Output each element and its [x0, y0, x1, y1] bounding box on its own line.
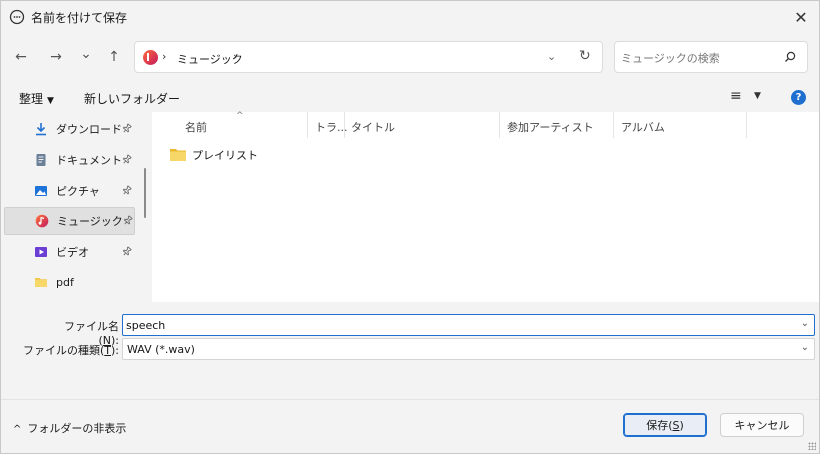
file-name: プレイリスト	[192, 149, 258, 162]
pictures-icon	[35, 186, 47, 196]
save-as-dialog: 名前を付けて保存 ✕ ← → ⌄ ↑ › ミュージック › ⌄ ↻ ミュージック…	[0, 0, 820, 454]
recent-locations-button[interactable]: ⌄	[76, 44, 96, 64]
column-header-name[interactable]: 名前	[185, 112, 207, 138]
sidebar-item-label: ドキュメント	[56, 154, 122, 167]
sidebar-item-label: pdf	[56, 275, 74, 289]
new-folder-label: 新しいフォルダー	[84, 92, 181, 106]
save-form: ファイル名(N): ⌄ ファイルの種類(T): WAV (*.wav) ⌄	[1, 302, 819, 398]
sidebar-item-documents[interactable]: ドキュメント	[4, 146, 135, 174]
filename-combobox[interactable]: ⌄	[122, 314, 815, 336]
chevron-down-icon: ⌄	[800, 342, 809, 353]
close-icon: ✕	[794, 7, 808, 27]
breadcrumb-separator[interactable]: ›	[233, 50, 237, 63]
cancel-label: キャンセル	[734, 419, 790, 432]
sidebar-item-downloads[interactable]: ダウンロード	[4, 115, 135, 143]
video-icon	[35, 247, 47, 257]
help-button[interactable]: ?	[791, 90, 806, 105]
resize-grip-icon[interactable]	[808, 442, 816, 450]
save-label: 保存(S)	[646, 419, 684, 432]
filetype-select[interactable]: WAV (*.wav) ⌄	[122, 338, 815, 360]
caret-down-icon: ▼	[47, 96, 54, 106]
sidebar-item-videos[interactable]: ビデオ	[4, 238, 135, 266]
music-icon	[35, 214, 49, 228]
column-divider[interactable]	[499, 112, 500, 138]
column-header-label: 名前	[185, 121, 207, 134]
column-divider[interactable]	[746, 112, 747, 138]
filename-field[interactable]	[126, 317, 786, 333]
forward-button[interactable]: →	[46, 47, 66, 67]
column-header-label: 参加アーティスト	[507, 121, 594, 134]
sidebar-item-label: ピクチャ	[56, 185, 100, 198]
dialog-title: 名前を付けて保存	[31, 11, 128, 25]
hide-folders-button[interactable]: ^ フォルダーの非表示	[13, 420, 126, 436]
address-dropdown-icon[interactable]: ⌄	[547, 50, 556, 63]
help-icon: ?	[795, 92, 802, 103]
folder-icon	[170, 149, 186, 161]
new-folder-button[interactable]: 新しいフォルダー	[84, 90, 180, 107]
organize-label: 整理	[19, 92, 44, 106]
sidebar-scrollbar[interactable]	[144, 168, 146, 218]
column-divider[interactable]	[307, 112, 308, 138]
title-bar: 名前を付けて保存 ✕	[1, 1, 819, 33]
caret-down-icon[interactable]: ▼	[754, 91, 761, 101]
cancel-button[interactable]: キャンセル	[720, 413, 804, 437]
pin-icon	[118, 244, 134, 260]
column-header-track[interactable]: トラ...	[315, 112, 348, 138]
back-button[interactable]: ←	[11, 47, 31, 67]
filetype-label: ファイルの種類(T):	[22, 344, 119, 357]
file-list[interactable]: ^ 名前 トラ... タイトル 参加アーティスト アルバム プレイリスト	[152, 111, 819, 302]
refresh-icon[interactable]: ↻	[579, 48, 591, 64]
forward-arrow-icon: →	[50, 49, 62, 65]
breadcrumb-separator: ›	[162, 50, 167, 63]
pin-icon	[118, 183, 134, 199]
search-input[interactable]	[621, 48, 771, 68]
column-header-artists[interactable]: 参加アーティスト	[507, 112, 594, 138]
app-icon	[9, 9, 25, 25]
dialog-footer: ^ フォルダーの非表示 保存(S) キャンセル	[1, 399, 819, 453]
up-button[interactable]: ↑	[104, 47, 124, 67]
column-header-title[interactable]: タイトル	[351, 112, 395, 138]
folder-icon	[35, 278, 47, 287]
sidebar-item-pdf[interactable]: pdf	[4, 268, 135, 296]
document-icon	[36, 154, 46, 166]
list-item[interactable]: プレイリスト	[170, 146, 258, 164]
search-box[interactable]	[614, 41, 808, 73]
chevron-down-icon: ⌄	[80, 46, 92, 62]
column-header-label: タイトル	[351, 121, 395, 134]
filetype-value: WAV (*.wav)	[127, 343, 195, 356]
close-button[interactable]: ✕	[789, 5, 813, 29]
sidebar-item-label: ミュージック	[57, 215, 123, 228]
column-divider[interactable]	[613, 112, 614, 138]
view-options-icon[interactable]: ≡	[730, 88, 742, 104]
save-button[interactable]: 保存(S)	[623, 413, 707, 437]
chevron-up-icon: ^	[13, 424, 22, 435]
chevron-down-icon[interactable]: ⌄	[801, 318, 809, 329]
search-icon[interactable]	[783, 50, 797, 64]
download-icon	[36, 123, 46, 136]
up-arrow-icon: ↑	[108, 49, 120, 65]
column-header-label: アルバム	[621, 121, 665, 134]
column-header-album[interactable]: アルバム	[621, 112, 665, 138]
sidebar-item-pictures[interactable]: ピクチャ	[4, 177, 135, 205]
sidebar-item-label: ダウンロード	[56, 123, 122, 136]
sort-ascending-icon: ^	[236, 111, 244, 121]
hide-folders-label: フォルダーの非表示	[27, 422, 127, 435]
organize-button[interactable]: 整理 ▼	[19, 90, 54, 107]
navigation-bar: ← → ⌄ ↑ › ミュージック › ⌄ ↻	[1, 37, 819, 77]
command-bar: 整理 ▼ 新しいフォルダー ≡ ▼ ?	[1, 85, 819, 111]
column-header-label: トラ...	[315, 121, 348, 134]
column-divider[interactable]	[344, 112, 345, 138]
sidebar-item-music[interactable]: ミュージック	[4, 207, 135, 235]
music-icon	[143, 50, 158, 65]
address-bar[interactable]: › ミュージック › ⌄ ↻	[134, 41, 603, 73]
sidebar-item-label: ビデオ	[56, 246, 89, 259]
back-arrow-icon: ←	[15, 49, 27, 65]
navigation-pane[interactable]: ダウンロード ドキュメント ピクチャ ミュージック ビデオ pdf	[1, 112, 149, 302]
